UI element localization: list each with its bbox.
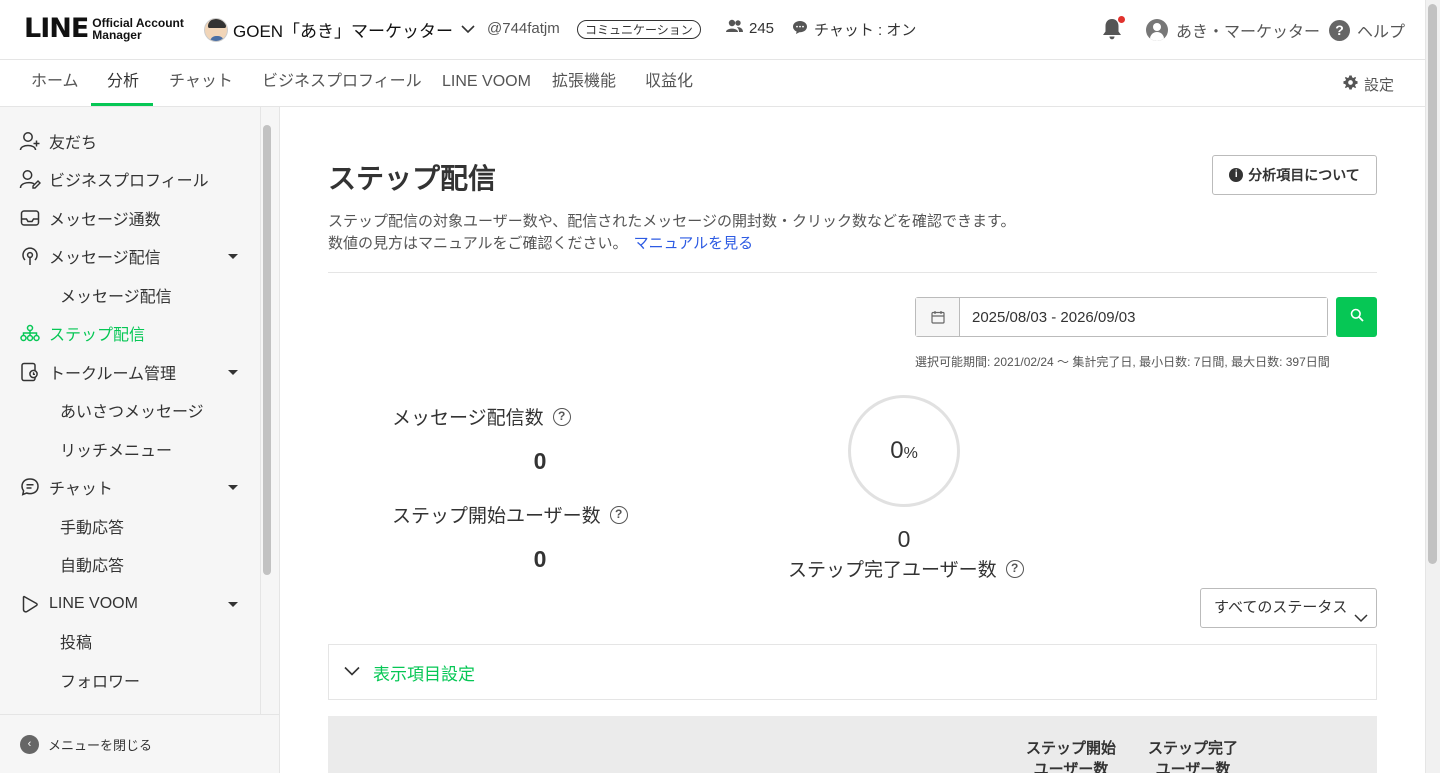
display-settings-label: 表示項目設定 — [373, 664, 475, 684]
help-link[interactable]: ? ヘルプ — [1329, 18, 1405, 42]
divider — [328, 272, 1377, 273]
account-switcher[interactable]: GOEN「あき」マーケッター — [204, 17, 475, 42]
about-metrics-button[interactable]: i 分析項目について — [1212, 155, 1377, 195]
step-complete-users-value: 0 — [897, 526, 911, 552]
message-count-value: 0 — [533, 448, 547, 474]
chevron-down-icon — [344, 663, 360, 681]
completion-rate-value: 0 — [890, 437, 904, 464]
main-nav: ホーム 分析 チャット ビジネスプロフィール LINE VOOM 拡張機能 収益… — [0, 60, 1425, 107]
page-description: ステップ配信の対象ユーザー数や、配信されたメッセージの開封数・クリック数などを確… — [328, 213, 1016, 252]
selectable-range-note: 選択可能期間: 2021/02/24 〜 集計完了日, 最小日数: 7日間, 最… — [915, 355, 1330, 369]
notification-bell-icon[interactable] — [1101, 16, 1125, 41]
sidebar-subitem-followers[interactable]: フォロワー — [0, 661, 260, 699]
step-start-users-label: ステップ開始ユーザー数 ? — [392, 501, 628, 528]
user-avatar-icon — [1146, 19, 1168, 41]
tab-extensions[interactable]: 拡張機能 — [552, 60, 616, 107]
tab-analytics[interactable]: 分析 — [107, 60, 139, 107]
column-header-step-complete[interactable]: ステップ完了 ユーザー数 — [1138, 738, 1248, 773]
sidebar: 友だち ビジネスプロフィール メッセージ通数 メッセージ配信 メッセージ配信 ス… — [0, 107, 280, 773]
tab-business-profile[interactable]: ビジネスプロフィール — [262, 60, 422, 107]
sidebar-item-step-delivery[interactable]: ステップ配信 — [0, 314, 260, 352]
account-name: GOEN「あき」マーケッター — [233, 22, 454, 41]
date-range-picker[interactable] — [915, 297, 1328, 337]
tab-monetization[interactable]: 収益化 — [645, 60, 693, 107]
main-content: ステップ配信 i 分析項目について ステップ配信の対象ユーザー数や、配信されたメ… — [281, 107, 1425, 773]
sidebar-divider — [260, 107, 261, 717]
sidebar-item-message-delivery[interactable]: メッセージ配信 — [0, 237, 260, 275]
line-official-account-manager-logo[interactable]: LINE Official Account Manager — [24, 15, 184, 43]
completion-rate-ring: 0 % — [848, 395, 960, 507]
caret-down-icon — [228, 370, 238, 375]
sidebar-item-talkroom[interactable]: トークルーム管理 — [0, 353, 260, 391]
chat-status[interactable]: チャット : オン — [792, 19, 916, 40]
sidebar-item-line-voom[interactable]: LINE VOOM — [0, 585, 260, 623]
inbox-icon — [19, 207, 41, 229]
display-settings-toggle[interactable]: 表示項目設定 — [328, 644, 1377, 700]
help-icon: ? — [1329, 19, 1350, 41]
active-tab-indicator — [91, 103, 153, 106]
chat-icon — [19, 476, 41, 498]
account-plan-badge: コミュニケーション — [577, 20, 701, 39]
sidebar-item-chat[interactable]: チャット — [0, 468, 260, 506]
info-icon: i — [1229, 168, 1244, 182]
sidebar-subitem-auto-response[interactable]: 自動応答 — [0, 545, 260, 583]
question-icon[interactable]: ? — [552, 407, 571, 426]
question-icon[interactable]: ? — [609, 505, 628, 524]
voom-icon — [19, 593, 41, 615]
status-filter-select[interactable]: すべてのステータス — [1200, 588, 1377, 628]
sidebar-subitem-manual-response[interactable]: 手動応答 — [0, 507, 260, 545]
top-header: LINE Official Account Manager GOEN「あき」マー… — [0, 0, 1425, 60]
sidebar-subitem-posts[interactable]: 投稿 — [0, 622, 260, 660]
sidebar-item-business-profile[interactable]: ビジネスプロフィール — [0, 160, 260, 198]
sidebar-subitem-message-delivery[interactable]: メッセージ配信 — [0, 276, 260, 314]
chat-bubble-icon — [792, 20, 808, 39]
settings-link[interactable]: 設定 — [1343, 74, 1394, 95]
step-start-users-value: 0 — [533, 546, 547, 572]
completion-rate-unit: % — [903, 445, 918, 462]
logo-line-text: LINE — [24, 13, 89, 44]
notification-dot — [1118, 16, 1125, 23]
account-id: @744fatjm — [487, 20, 560, 37]
search-button[interactable] — [1336, 297, 1377, 337]
add-friend-icon — [19, 130, 41, 152]
manual-link[interactable]: マニュアルを見る — [634, 235, 754, 252]
calendar-icon[interactable] — [916, 298, 960, 336]
gear-icon — [1343, 75, 1358, 94]
friends-count: 245 — [726, 19, 774, 37]
close-menu-button[interactable]: ‹ メニューを閉じる — [0, 714, 279, 773]
account-avatar — [204, 17, 228, 42]
friends-icon — [726, 19, 743, 37]
page-scrollbar-thumb[interactable] — [1428, 4, 1437, 564]
page-title: ステップ配信 — [328, 163, 497, 194]
tab-chat[interactable]: チャット — [169, 60, 233, 107]
search-icon — [1350, 308, 1364, 327]
table-header: ステップ開始 ユーザー数 ステップ完了 ユーザー数 — [328, 716, 1377, 773]
tab-home[interactable]: ホーム — [31, 60, 79, 107]
chevron-down-icon — [461, 23, 475, 37]
column-header-step-start[interactable]: ステップ開始 ユーザー数 — [1016, 738, 1126, 773]
talkroom-icon — [19, 361, 41, 383]
sidebar-scrollbar[interactable] — [263, 125, 271, 575]
user-name: あき・マーケッター — [1176, 24, 1321, 41]
caret-down-icon — [228, 602, 238, 607]
message-count-label: メッセージ配信数 ? — [392, 403, 571, 430]
chevron-left-icon: ‹ — [20, 734, 39, 754]
date-range-input[interactable] — [960, 298, 1327, 336]
tab-line-voom[interactable]: LINE VOOM — [442, 60, 531, 107]
caret-down-icon — [228, 254, 238, 259]
caret-down-icon — [228, 485, 238, 490]
sidebar-item-message-count[interactable]: メッセージ通数 — [0, 199, 260, 237]
question-icon[interactable]: ? — [1005, 559, 1024, 578]
step-icon — [19, 322, 41, 344]
step-complete-users-label: ステップ完了ユーザー数 ? — [788, 555, 1024, 582]
logo-subtitle: Official Account Manager — [92, 16, 184, 42]
sidebar-subitem-rich-menu[interactable]: リッチメニュー — [0, 430, 260, 468]
broadcast-icon — [19, 245, 41, 267]
chevron-down-icon — [1354, 600, 1368, 638]
sidebar-subitem-greeting-message[interactable]: あいさつメッセージ — [0, 391, 260, 429]
sidebar-item-friends[interactable]: 友だち — [0, 122, 260, 160]
user-menu[interactable]: あき・マーケッター — [1146, 18, 1320, 42]
profile-icon — [19, 168, 41, 190]
